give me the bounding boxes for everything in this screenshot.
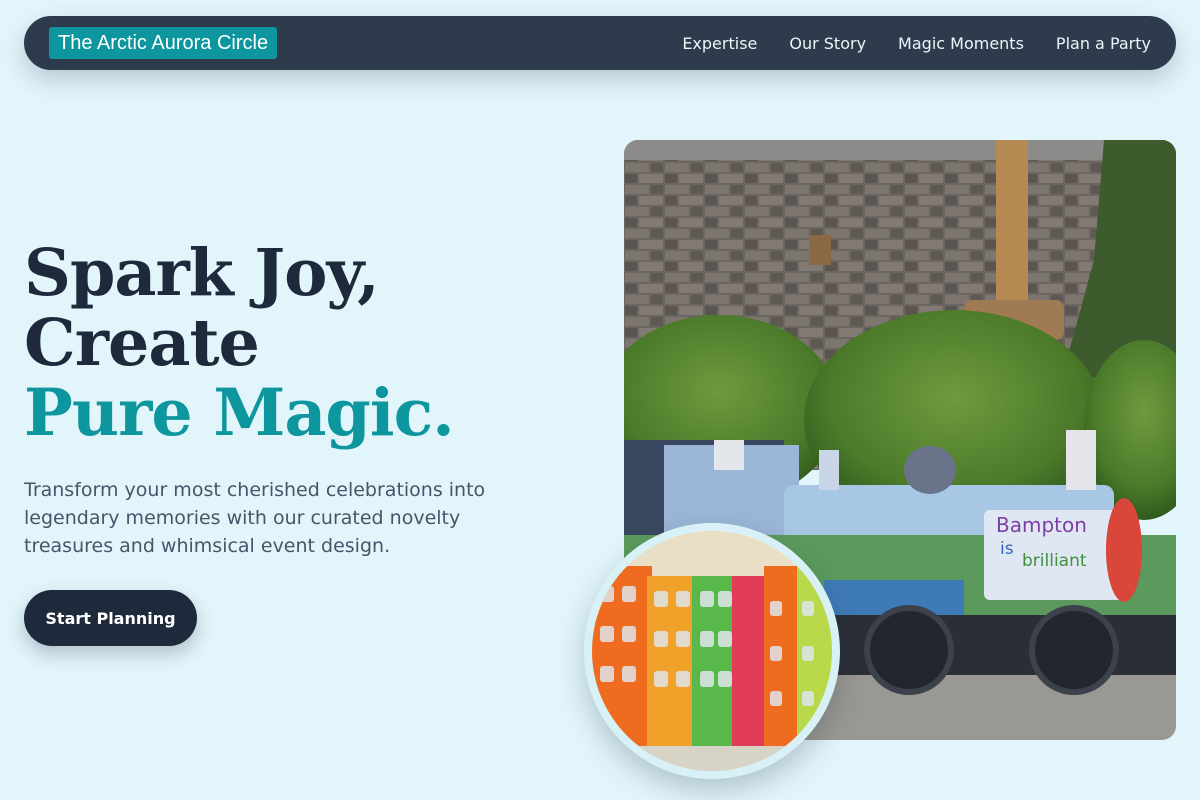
train-text-line-3: brilliant: [1022, 551, 1087, 571]
headline-line-1: Spark Joy,: [24, 235, 380, 311]
nav-link-plan-a-party[interactable]: Plan a Party: [1056, 34, 1151, 53]
inset-photo-capsule-machines: [584, 523, 840, 779]
nav-link-expertise[interactable]: Expertise: [682, 34, 757, 53]
nav-links: Expertise Our Story Magic Moments Plan a…: [682, 16, 1151, 70]
headline-line-2: Create: [24, 305, 260, 381]
nav-link-our-story[interactable]: Our Story: [789, 34, 866, 53]
headline-accent-line: Pure Magic.: [24, 375, 455, 451]
start-planning-button[interactable]: Start Planning: [24, 590, 197, 646]
hero-subtitle: Transform your most cherished celebratio…: [24, 479, 486, 557]
hero-headline: Spark Joy, Create Pure Magic.: [24, 238, 584, 448]
top-navbar: The Arctic Aurora Circle Expertise Our S…: [24, 16, 1176, 70]
train-text-line-2: is: [1000, 539, 1014, 559]
train-text-line-1: Bampton: [996, 513, 1087, 537]
brand-logo[interactable]: The Arctic Aurora Circle: [49, 27, 278, 59]
nav-link-magic-moments[interactable]: Magic Moments: [898, 34, 1024, 53]
